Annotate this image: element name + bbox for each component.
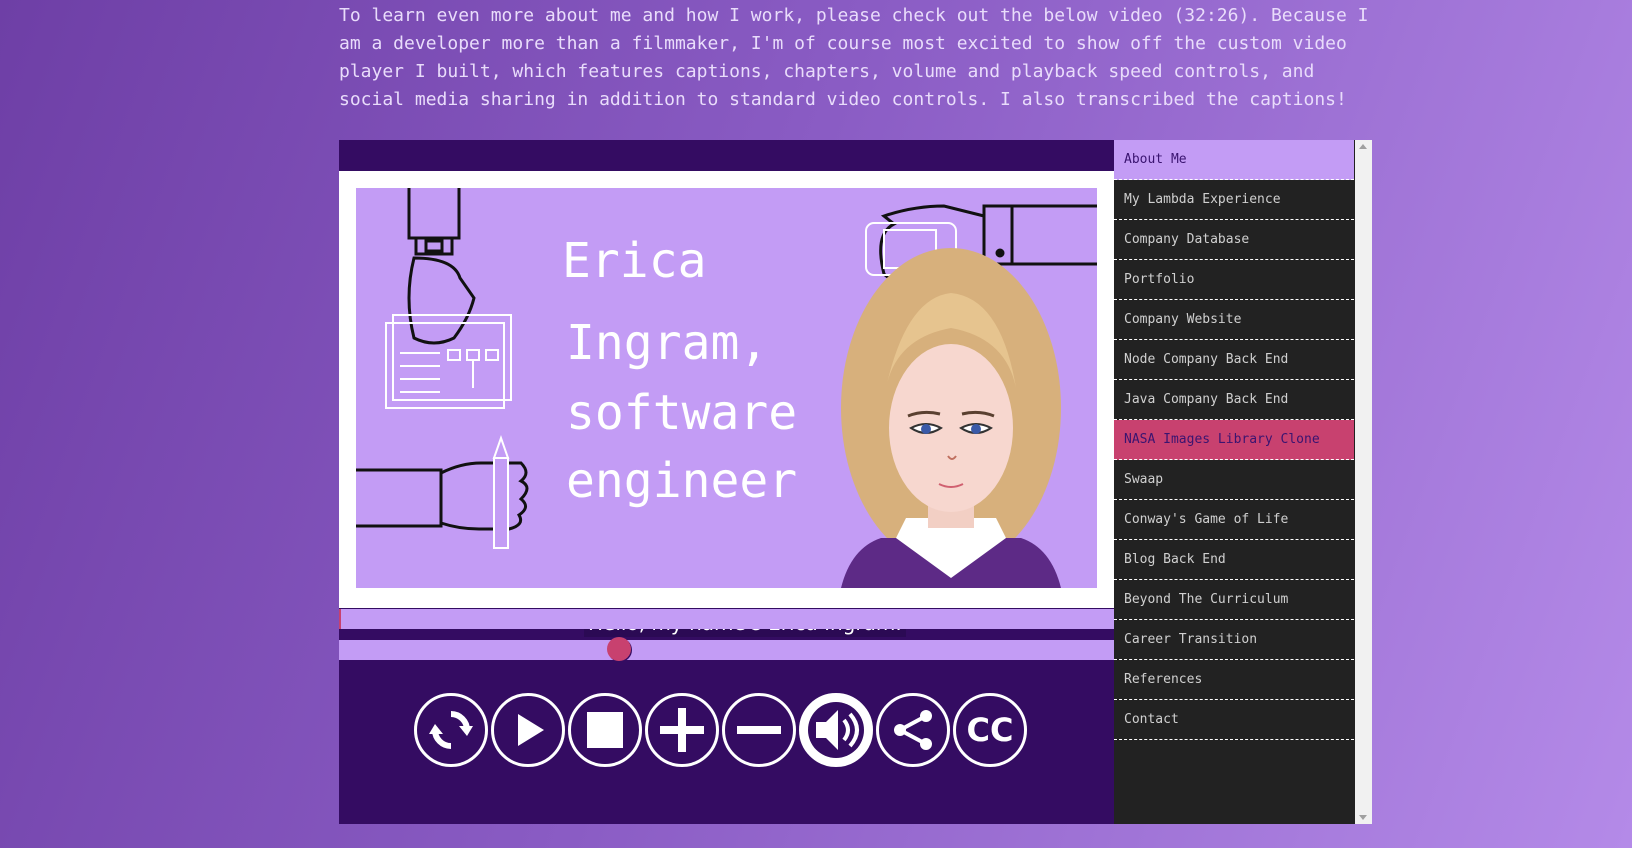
slide-title-line-4: engineer xyxy=(566,453,798,509)
video-player: Erica Ingram, software engineer Hello, m… xyxy=(339,140,1114,824)
scroll-down-icon[interactable] xyxy=(1359,815,1367,820)
scroll-up-icon[interactable] xyxy=(1359,144,1367,149)
slide-title-line-3: software xyxy=(566,385,798,441)
slide-title-line-1: Erica xyxy=(562,233,707,289)
replay-button[interactable] xyxy=(414,693,488,767)
volume-slider[interactable] xyxy=(339,640,1114,660)
progress-bar[interactable] xyxy=(339,609,1114,629)
video-slide: Erica Ingram, software engineer xyxy=(356,188,1097,588)
chapter-item[interactable]: Career Transition xyxy=(1114,620,1354,660)
chapter-item[interactable]: My Lambda Experience xyxy=(1114,180,1354,220)
video-frame[interactable]: Erica Ingram, software engineer Hello, m… xyxy=(339,171,1114,637)
stop-button[interactable] xyxy=(568,693,642,767)
share-button[interactable] xyxy=(876,693,950,767)
cc-icon: CC xyxy=(966,711,1014,749)
volume-icon xyxy=(808,702,864,758)
replay-icon xyxy=(429,711,473,749)
chapter-item[interactable]: Portfolio xyxy=(1114,260,1354,300)
share-icon xyxy=(894,710,932,750)
speed-up-button[interactable] xyxy=(645,693,719,767)
volume-slider-handle[interactable] xyxy=(607,637,631,661)
play-icon xyxy=(518,714,544,746)
chapter-item[interactable]: Blog Back End xyxy=(1114,540,1354,580)
slide-title-line-2: Ingram, xyxy=(566,315,769,371)
hand-document-icon xyxy=(407,188,476,345)
chapter-item[interactable]: Conway's Game of Life xyxy=(1114,500,1354,540)
stop-icon xyxy=(587,712,623,748)
captions-button[interactable]: CC xyxy=(953,693,1027,767)
chapter-items: About Me My Lambda Experience Company Da… xyxy=(1114,140,1354,740)
chapter-item[interactable]: Company Database xyxy=(1114,220,1354,260)
speed-down-button[interactable] xyxy=(722,693,796,767)
chapter-item[interactable]: Swaap xyxy=(1114,460,1354,500)
chapter-item[interactable]: Node Company Back End xyxy=(1114,340,1354,380)
volume-button[interactable] xyxy=(799,693,873,767)
control-bar: CC xyxy=(414,693,1027,767)
chapter-item[interactable]: About Me xyxy=(1114,140,1354,180)
plus-icon xyxy=(660,708,704,752)
play-button[interactable] xyxy=(491,693,565,767)
intro-paragraph: To learn even more about me and how I wo… xyxy=(339,5,1380,110)
chapter-item[interactable]: Beyond The Curriculum xyxy=(1114,580,1354,620)
chapter-item[interactable]: Contact xyxy=(1114,700,1354,740)
chapter-list: About Me My Lambda Experience Company Da… xyxy=(1114,140,1372,824)
avatar-illustration xyxy=(841,248,1061,588)
chapter-item[interactable]: Java Company Back End xyxy=(1114,380,1354,420)
minus-icon xyxy=(737,726,781,734)
chapter-scrollbar[interactable] xyxy=(1355,140,1372,824)
chapter-item[interactable]: Company Website xyxy=(1114,300,1354,340)
chapter-item[interactable]: NASA Images Library Clone xyxy=(1114,420,1354,460)
chapter-item[interactable]: References xyxy=(1114,660,1354,700)
